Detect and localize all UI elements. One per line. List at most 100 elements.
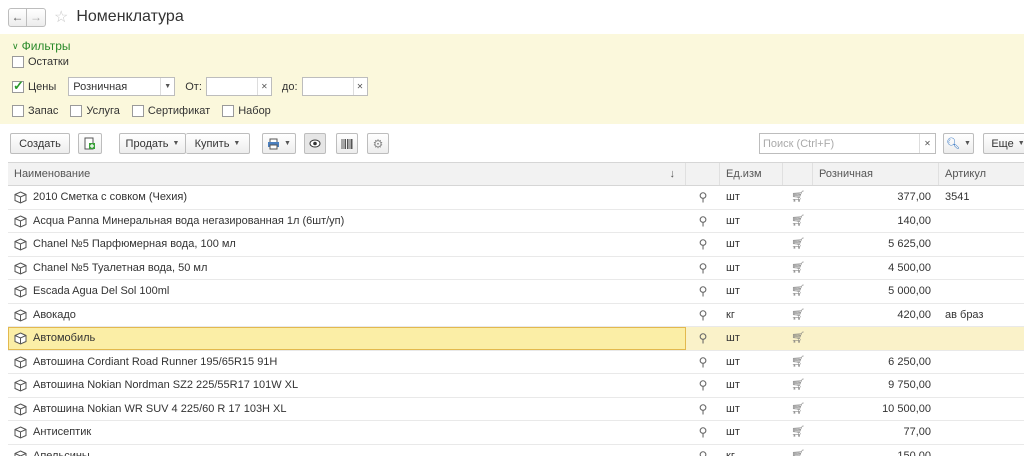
magnifier-icon[interactable]: ⚲: [686, 445, 720, 456]
price-to-input[interactable]: ✕: [301, 77, 368, 96]
cart-icon[interactable]: 🛒︎: [783, 351, 813, 374]
magnifier-icon[interactable]: ⚲: [686, 210, 720, 233]
search-placeholder: Поиск (Ctrl+F): [763, 137, 835, 150]
zapas-checkbox[interactable]: [12, 105, 24, 117]
dropdown-arrow-icon: ▼: [233, 140, 241, 147]
row-name-cell[interactable]: Автомобиль: [8, 327, 686, 350]
back-button[interactable]: ←: [8, 7, 27, 27]
magnifier-icon[interactable]: ⚲: [686, 327, 720, 350]
row-name-cell[interactable]: Антисептик: [8, 421, 686, 444]
cart-icon[interactable]: 🛒︎: [783, 398, 813, 421]
magnifier-icon[interactable]: ⚲: [686, 233, 720, 256]
unit-cell: кг: [726, 449, 735, 456]
table-row[interactable]: Автошина Nokian WR SUV 4 225/60 R 17 103…: [8, 398, 1024, 421]
cart-icon[interactable]: 🛒︎: [783, 280, 813, 303]
table-row[interactable]: Chanel №5 Парфюмерная вода, 100 мл ⚲ шт 🛒︎ 5…: [8, 233, 1024, 257]
magnifier-icon[interactable]: ⚲: [686, 257, 720, 280]
table-row[interactable]: Автошина Nokian Nordman SZ2 225/55R17 10…: [8, 374, 1024, 398]
toolbar: Создать Продать ▼ Купить ▼ ▼ ⚙ Поиск (Ctrl…: [0, 124, 1024, 160]
row-name-cell[interactable]: Escada Agua Del Sol 100ml: [8, 280, 686, 303]
clear-icon[interactable]: ✕: [256, 78, 271, 95]
unit-cell: шт: [726, 332, 740, 344]
column-header-article[interactable]: Артикул: [939, 163, 1024, 185]
price-cell: 5 625,00: [888, 238, 931, 250]
sell-label: Продать: [125, 137, 169, 150]
magnifier-icon[interactable]: ⚲: [686, 351, 720, 374]
buy-button[interactable]: Купить ▼: [186, 133, 250, 154]
sell-button[interactable]: Продать ▼: [119, 133, 186, 154]
search-button[interactable]: 🔍︎ ▼: [943, 133, 974, 154]
barcode-button[interactable]: [336, 133, 358, 154]
price-type-select[interactable]: Розничная ▼: [68, 77, 176, 96]
cart-icon[interactable]: 🛒︎: [783, 421, 813, 444]
row-name-cell[interactable]: 2010 Сметка с совком (Чехия): [8, 186, 686, 209]
settings-button[interactable]: ⚙: [367, 133, 389, 154]
row-name-cell[interactable]: Автошина Nokian WR SUV 4 225/60 R 17 103…: [8, 398, 686, 421]
row-name-cell[interactable]: Acqua Panna Минеральная вода негазирован…: [8, 210, 686, 233]
table-row[interactable]: Автомобиль ⚲ шт 🛒︎: [8, 327, 1024, 351]
row-name-cell[interactable]: Автошина Nokian Nordman SZ2 225/55R17 10…: [8, 374, 686, 397]
clear-search-icon[interactable]: ✕: [919, 134, 935, 153]
nabor-checkbox[interactable]: [222, 105, 235, 117]
sertifikat-checkbox[interactable]: [131, 105, 144, 117]
table-row[interactable]: Escada Agua Del Sol 100ml ⚲ шт 🛒︎ 5 000,00: [8, 280, 1024, 304]
ostatki-checkbox[interactable]: [12, 56, 24, 68]
product-name: Escada Agua Del Sol 100ml: [33, 285, 170, 297]
cart-icon[interactable]: 🛒︎: [783, 304, 813, 327]
row-name-cell[interactable]: Апельсины: [8, 445, 686, 456]
sertifikat-label: Сертификат: [147, 105, 211, 117]
usluga-checkbox[interactable]: [70, 105, 83, 117]
view-toggle-button[interactable]: [304, 133, 326, 154]
table-row[interactable]: Апельсины ⚲ кг 🛒︎ 150,00: [8, 445, 1024, 456]
more-button[interactable]: Еще ▼: [983, 133, 1024, 154]
magnifier-icon[interactable]: ⚲: [686, 304, 720, 327]
filters-toggle[interactable]: ∨ Фильтры: [12, 39, 71, 53]
unit-cell: шт: [726, 238, 740, 250]
cart-icon[interactable]: 🛒︎: [783, 374, 813, 397]
cart-icon[interactable]: 🛒︎: [783, 257, 813, 280]
dropdown-arrow-icon[interactable]: ▼: [160, 78, 174, 95]
article-cell: [939, 280, 1024, 303]
product-box-icon: [14, 402, 27, 416]
copy-document-button[interactable]: [78, 133, 102, 154]
search-input[interactable]: Поиск (Ctrl+F) ✕: [759, 133, 936, 154]
magnifier-icon[interactable]: ⚲: [686, 186, 720, 209]
price-from-input[interactable]: ✕: [205, 77, 272, 96]
article-cell: [939, 421, 1024, 444]
print-button[interactable]: ▼: [262, 133, 296, 154]
magnifier-icon[interactable]: ⚲: [686, 421, 720, 444]
create-button[interactable]: Создать: [10, 133, 70, 154]
product-name: Автомобиль: [33, 332, 96, 344]
table-row[interactable]: Автошина Cordiant Road Runner 195/65R15 …: [8, 351, 1024, 374]
magnifier-icon[interactable]: ⚲: [686, 398, 720, 421]
row-name-cell[interactable]: Chanel №5 Туалетная вода, 50 мл: [8, 257, 686, 280]
product-name: Автошина Nokian WR SUV 4 225/60 R 17 103…: [33, 402, 287, 415]
cart-icon[interactable]: 🛒︎: [783, 210, 813, 233]
row-name-cell[interactable]: Chanel №5 Парфюмерная вода, 100 мл: [8, 233, 686, 256]
forward-button[interactable]: →: [27, 7, 46, 27]
cart-icon[interactable]: 🛒︎: [783, 186, 813, 209]
cart-icon[interactable]: 🛒︎: [783, 327, 813, 350]
column-header-unit[interactable]: Ед.изм: [720, 163, 783, 185]
table-row[interactable]: Антисептик ⚲ шт 🛒︎ 77,00: [8, 421, 1024, 445]
row-name-cell[interactable]: Авокадо: [8, 304, 686, 327]
product-name: Chanel №5 Туалетная вода, 50 мл: [33, 261, 208, 274]
product-box-icon: [14, 308, 27, 322]
magnifier-icon[interactable]: ⚲: [686, 280, 720, 303]
cart-icon[interactable]: 🛒︎: [783, 233, 813, 256]
unit-cell: кг: [726, 308, 735, 321]
column-header-price[interactable]: Розничная: [813, 163, 939, 185]
table-row[interactable]: Acqua Panna Минеральная вода негазирован…: [8, 210, 1024, 233]
favorite-star-icon[interactable]: ☆: [54, 7, 68, 27]
row-name-cell[interactable]: Автошина Cordiant Road Runner 195/65R15 …: [8, 351, 686, 374]
product-name: Chanel №5 Парфюмерная вода, 100 мл: [33, 238, 236, 250]
column-header-name[interactable]: Наименование ↓: [8, 163, 686, 185]
table-row[interactable]: Авокадо ⚲ кг 🛒︎ 420,00 ав браз: [8, 304, 1024, 327]
table-row[interactable]: Chanel №5 Туалетная вода, 50 мл ⚲ шт 🛒︎ 4 50…: [8, 257, 1024, 280]
sort-desc-icon[interactable]: ↓: [670, 163, 676, 185]
clear-icon[interactable]: ✕: [352, 78, 367, 95]
magnifier-icon[interactable]: ⚲: [686, 374, 720, 397]
ceny-checkbox[interactable]: [12, 78, 24, 94]
table-row[interactable]: 2010 Сметка с совком (Чехия) ⚲ шт 🛒︎ 377,00 3…: [8, 186, 1024, 210]
cart-icon[interactable]: 🛒︎: [783, 445, 813, 456]
